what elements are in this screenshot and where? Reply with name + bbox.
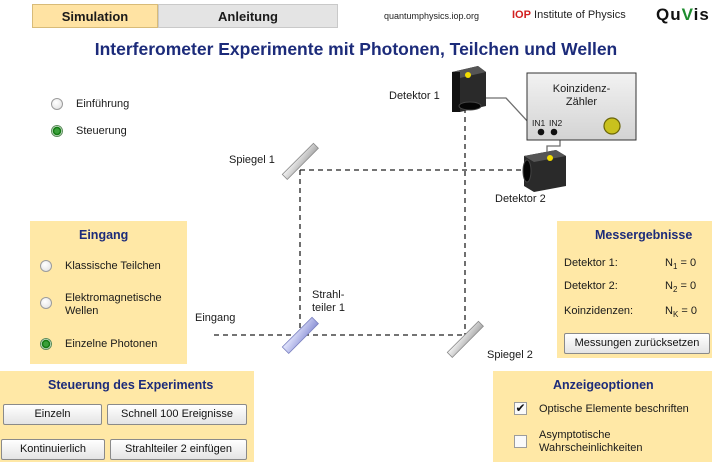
counter-title-line1: Koinzidenz- bbox=[552, 83, 611, 95]
experiment-control-title: Steuerung des Experiments bbox=[48, 378, 214, 392]
label-in1: IN1 bbox=[532, 118, 546, 128]
result-count: = 0 bbox=[680, 257, 697, 269]
fast-100-events-button[interactable]: Schnell 100 Ereignisse bbox=[107, 404, 247, 425]
radio-em-waves[interactable] bbox=[40, 297, 52, 309]
detector-1 bbox=[452, 66, 486, 112]
beam-paths bbox=[214, 108, 524, 336]
result-subscript: 1 bbox=[672, 262, 678, 272]
radio-classical-particles-label: Klassische Teilchen bbox=[65, 260, 161, 272]
results-panel: Messergebnisse Detektor 1: N1 = 0 Detekt… bbox=[557, 221, 712, 358]
checkbox-asymptotic-probabilities-text: Asymptotische Wahrscheinlichkeiten bbox=[539, 429, 643, 455]
result-label-coincidences: Koinzidenzen: bbox=[564, 305, 634, 317]
counter-indicator-light bbox=[603, 117, 621, 135]
result-count: = 0 bbox=[680, 280, 697, 292]
label-beam-splitter-line1: Strahl- bbox=[312, 289, 345, 301]
result-label-detector-2: Detektor 2: bbox=[564, 280, 618, 292]
label-mirror-2: Spiegel 2 bbox=[487, 349, 533, 361]
insert-beam-splitter-2-button[interactable]: Strahlteiler 2 einfügen bbox=[110, 439, 247, 460]
counter-title: Koinzidenz- Zähler bbox=[527, 83, 636, 109]
label-detector-2: Detektor 2 bbox=[495, 193, 546, 205]
input-panel-title: Eingang bbox=[79, 228, 129, 242]
label-beam-splitter-1: Strahl-teiler 1 bbox=[312, 289, 345, 315]
asymptotic-line1: Asymptotische bbox=[539, 429, 611, 441]
continuous-button[interactable]: Kontinuierlich bbox=[1, 439, 105, 460]
result-symbol: N bbox=[665, 280, 673, 292]
radio-em-waves-label: Elektromagnetische Wellen bbox=[65, 292, 162, 318]
input-panel: Eingang Klassische Teilchen Elektromagne… bbox=[30, 221, 187, 364]
label-detector-1: Detektor 1 bbox=[389, 90, 440, 102]
result-symbol: N bbox=[665, 305, 673, 317]
label-beam-splitter-line2: teiler 1 bbox=[312, 302, 346, 314]
result-value-coincidences: NK = 0 bbox=[665, 305, 697, 319]
checkbox-label-optics[interactable]: ✔ bbox=[514, 402, 527, 415]
reset-measurements-button[interactable]: Messungen zurücksetzen bbox=[564, 333, 710, 354]
result-value-detector-1: N1 = 0 bbox=[665, 257, 696, 271]
asymptotic-line2: Wahrscheinlichkeiten bbox=[539, 442, 643, 454]
radio-classical-particles[interactable] bbox=[40, 260, 52, 272]
label-mirror-1: Spiegel 1 bbox=[229, 154, 275, 166]
results-panel-title: Messergebnisse bbox=[595, 228, 693, 242]
radio-em-waves-label-line1: Elektromagnetische bbox=[65, 292, 162, 304]
detector-2 bbox=[522, 150, 566, 192]
label-input: Eingang bbox=[195, 312, 236, 324]
display-options-title: Anzeigeoptionen bbox=[553, 378, 654, 392]
radio-single-photons-label: Einzelne Photonen bbox=[65, 338, 158, 350]
result-value-detector-2: N2 = 0 bbox=[665, 280, 696, 294]
result-subscript: 2 bbox=[672, 285, 678, 295]
checkbox-asymptotic-probabilities[interactable] bbox=[514, 435, 527, 448]
experiment-control-panel: Steuerung des Experiments Einzeln Schnel… bbox=[0, 371, 254, 462]
radio-single-photons[interactable] bbox=[40, 338, 52, 350]
result-symbol: N bbox=[665, 257, 673, 269]
radio-em-waves-label-line2: Wellen bbox=[65, 305, 99, 317]
checkbox-label-optics-text: Optische Elemente beschriften bbox=[539, 403, 689, 415]
result-label-detector-1: Detektor 1: bbox=[564, 257, 618, 269]
counter-title-line2: Zähler bbox=[565, 96, 598, 108]
label-in2: IN2 bbox=[549, 118, 563, 128]
display-options-panel: Anzeigeoptionen ✔ Optische Elemente besc… bbox=[493, 371, 712, 462]
single-event-button[interactable]: Einzeln bbox=[3, 404, 102, 425]
result-count: = 0 bbox=[681, 305, 697, 317]
result-subscript: K bbox=[672, 310, 679, 320]
